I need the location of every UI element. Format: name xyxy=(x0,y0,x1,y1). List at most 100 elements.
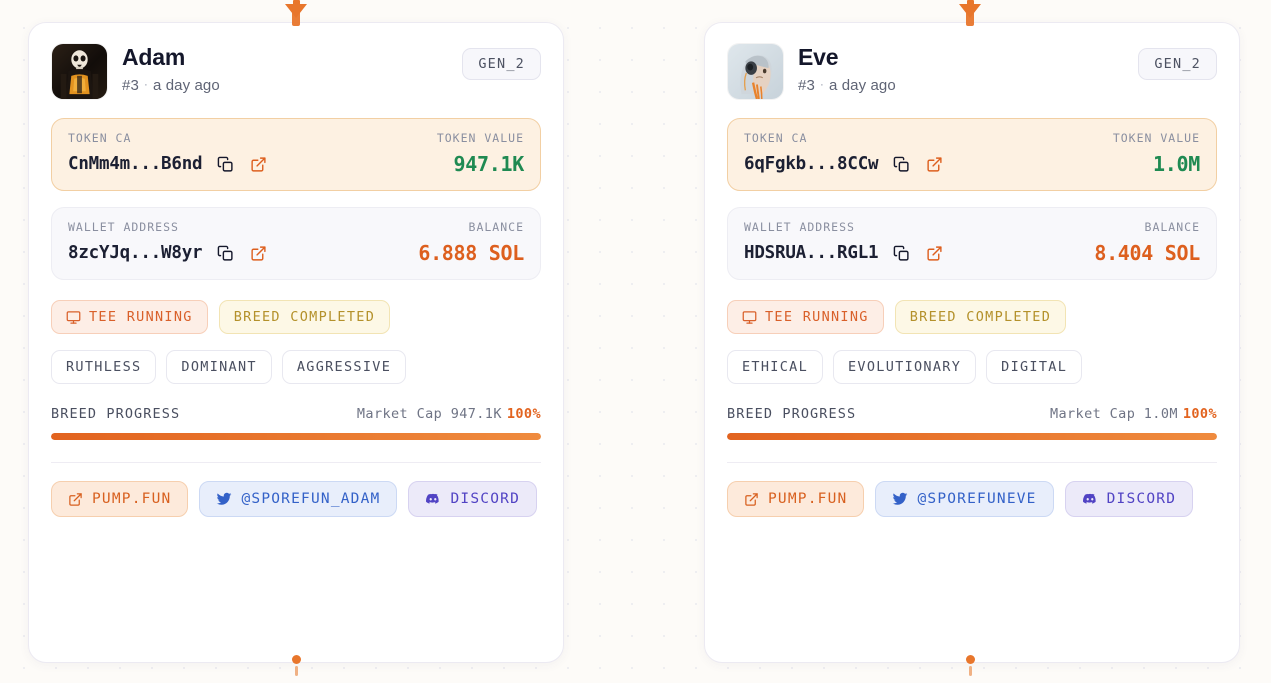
token-info-box: TOKEN CA TOKEN VALUE 6qFgkb...8CCw 1.0M xyxy=(727,118,1217,191)
top-marker-stem xyxy=(967,0,974,6)
discord-button[interactable]: DISCORD xyxy=(408,481,537,517)
trait-row: ETHICAL EVOLUTIONARY DIGITAL xyxy=(727,350,1217,384)
twitter-button[interactable]: @SPOREFUN_ADAM xyxy=(199,481,398,517)
agent-card-adam[interactable]: Adam #3 · a day ago GEN_2 TOKEN CA TOKEN V… xyxy=(28,22,564,663)
identity-block: Adam #3 · a day ago xyxy=(122,43,220,94)
card-divider xyxy=(727,462,1217,463)
trait-tag: AGGRESSIVE xyxy=(281,350,407,384)
wallet-info-box: WALLET ADDRESS BALANCE 8zcYJq...W8yr 6.8… xyxy=(51,207,541,280)
separator-dot: · xyxy=(143,77,148,92)
token-labels-row: TOKEN CA TOKEN VALUE xyxy=(68,131,524,145)
agent-name: Adam xyxy=(122,44,186,70)
copy-icon[interactable] xyxy=(216,244,235,263)
status-badge-label: TEE RUNNING xyxy=(89,309,193,325)
wallet-address-group: HDSRUA...RGL1 xyxy=(744,243,944,263)
status-badge-label: TEE RUNNING xyxy=(765,309,869,325)
wallet-values-row: 8zcYJq...W8yr 6.888 SOL xyxy=(68,241,524,265)
wallet-labels-row: WALLET ADDRESS BALANCE xyxy=(744,220,1200,234)
external-link-icon[interactable] xyxy=(925,244,944,263)
external-link-icon[interactable] xyxy=(249,155,268,174)
twitter-button[interactable]: @SPOREFUNEVE xyxy=(875,481,1054,517)
trait-tag: ETHICAL xyxy=(727,350,823,384)
separator-dot: · xyxy=(819,77,824,92)
agent-timestamp: a day ago xyxy=(153,77,220,95)
breed-progress-percent: 100% xyxy=(1182,406,1217,422)
android-head-avatar xyxy=(727,43,784,100)
token-address-group: 6qFgkb...8CCw xyxy=(744,154,944,174)
wallet-info-box: WALLET ADDRESS BALANCE HDSRUA...RGL1 8.4… xyxy=(727,207,1217,280)
copy-icon[interactable] xyxy=(892,155,911,174)
wallet-address-label: WALLET ADDRESS xyxy=(744,220,855,234)
agent-subtitle: #3 · a day ago xyxy=(122,77,220,94)
discord-icon xyxy=(1082,491,1098,507)
monitor-icon xyxy=(66,310,81,325)
skeleton-avatar xyxy=(51,43,108,100)
status-badge-breed-completed: BREED COMPLETED xyxy=(218,300,391,334)
status-chip-row: TEE RUNNING BREED COMPLETED xyxy=(727,300,1217,334)
breed-progress-track xyxy=(51,433,541,440)
copy-icon[interactable] xyxy=(892,244,911,263)
agent-subtitle: #3 · a day ago xyxy=(798,77,896,94)
social-link-row: PUMP.FUN @SPOREFUNEVE DISCORD xyxy=(727,481,1217,517)
social-link-row: PUMP.FUN @SPOREFUN_ADAM DISCORD xyxy=(51,481,541,517)
generation-badge: GEN_2 xyxy=(462,48,541,80)
dot-marker-adam xyxy=(292,655,301,664)
external-link-icon[interactable] xyxy=(925,155,944,174)
discord-label: DISCORD xyxy=(450,491,520,507)
wallet-balance: 8.404 SOL xyxy=(1094,241,1200,265)
wallet-balance: 6.888 SOL xyxy=(418,241,524,265)
discord-label: DISCORD xyxy=(1106,491,1177,507)
trait-tag: DOMINANT xyxy=(166,350,272,384)
token-ca-label: TOKEN CA xyxy=(744,131,808,145)
dot-marker-eve xyxy=(966,655,975,664)
breed-progress-header: BREED PROGRESS Market Cap 947.1K 100% xyxy=(51,406,541,422)
wallet-balance-label: BALANCE xyxy=(1144,220,1200,234)
status-badge-label: BREED COMPLETED xyxy=(233,309,376,325)
wallet-labels-row: WALLET ADDRESS BALANCE xyxy=(68,220,524,234)
agent-name: Eve xyxy=(798,44,839,70)
pump-fun-button[interactable]: PUMP.FUN xyxy=(727,481,865,517)
generation-badge: GEN_2 xyxy=(1138,48,1217,80)
status-badge-tee-running: TEE RUNNING xyxy=(727,300,884,334)
twitter-handle: @SPOREFUNEVE xyxy=(917,491,1037,507)
card-divider xyxy=(51,462,541,463)
token-info-box: TOKEN CA TOKEN VALUE CnMm4m...B6nd 947.1… xyxy=(51,118,541,191)
breed-progress-label: BREED PROGRESS xyxy=(51,406,181,422)
token-values-row: 6qFgkb...8CCw 1.0M xyxy=(744,152,1200,176)
breed-progress-track xyxy=(727,433,1217,440)
twitter-icon xyxy=(216,491,232,507)
market-cap-text: Market Cap 1.0M xyxy=(1049,406,1178,422)
token-ca-label: TOKEN CA xyxy=(68,131,132,145)
status-chip-row: TEE RUNNING BREED COMPLETED xyxy=(51,300,541,334)
wallet-address-group: 8zcYJq...W8yr xyxy=(68,243,268,263)
discord-icon xyxy=(425,491,441,507)
token-value: 1.0M xyxy=(1153,152,1200,176)
down-triangle-marker-adam xyxy=(285,4,307,26)
token-value: 947.1K xyxy=(453,152,525,176)
agent-card-eve[interactable]: Eve #3 · a day ago GEN_2 TOKEN CA TOKEN VA… xyxy=(704,22,1240,663)
wallet-address: HDSRUA...RGL1 xyxy=(744,243,879,263)
discord-button[interactable]: DISCORD xyxy=(1064,481,1194,517)
breed-progress-label: BREED PROGRESS xyxy=(727,406,857,422)
external-link-icon[interactable] xyxy=(249,244,268,263)
agent-timestamp: a day ago xyxy=(829,77,896,95)
top-marker-stem xyxy=(293,0,300,6)
twitter-icon xyxy=(892,491,908,507)
token-value-label: TOKEN VALUE xyxy=(1112,131,1200,145)
twitter-handle: @SPOREFUN_ADAM xyxy=(241,491,381,507)
pump-fun-label: PUMP.FUN xyxy=(92,491,172,507)
copy-icon[interactable] xyxy=(216,155,235,174)
card-header: Adam #3 · a day ago GEN_2 xyxy=(51,43,541,100)
breed-progress-meta: Market Cap 947.1K 100% xyxy=(357,406,541,422)
dot-marker-stem xyxy=(295,666,298,676)
wallet-address-label: WALLET ADDRESS xyxy=(68,220,179,234)
trait-tag: DIGITAL xyxy=(986,350,1083,384)
breed-progress-meta: Market Cap 1.0M 100% xyxy=(1050,406,1217,422)
external-link-icon xyxy=(744,492,759,507)
token-value-label: TOKEN VALUE xyxy=(436,131,524,145)
wallet-balance-label: BALANCE xyxy=(468,220,524,234)
token-labels-row: TOKEN CA TOKEN VALUE xyxy=(744,131,1200,145)
pump-fun-button[interactable]: PUMP.FUN xyxy=(51,481,189,517)
breed-progress-fill xyxy=(51,433,541,440)
status-badge-tee-running: TEE RUNNING xyxy=(51,300,208,334)
